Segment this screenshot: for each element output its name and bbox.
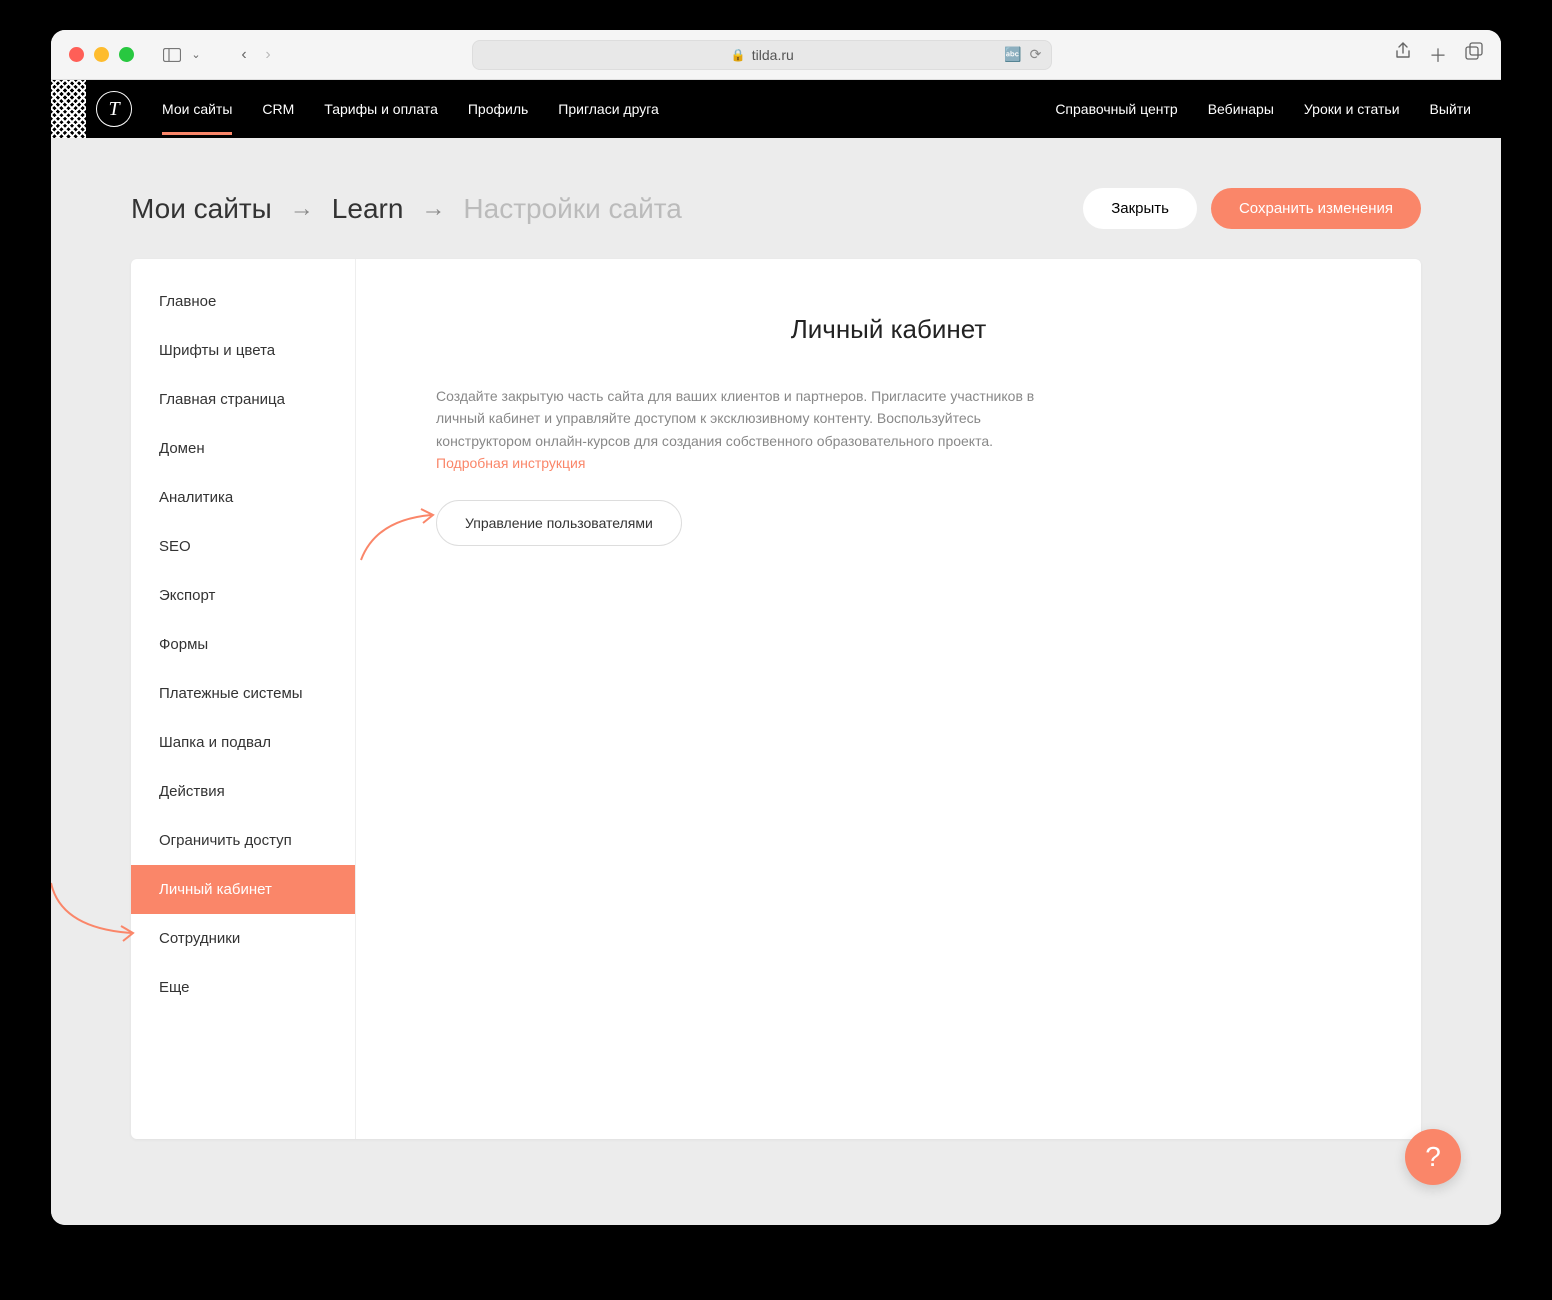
nav-right-item-2[interactable]: Уроки и статьи [1304,83,1400,135]
sidebar-item-личный-кабинет[interactable]: Личный кабинет [131,865,355,914]
tilda-logo[interactable]: T [96,91,132,127]
browser-window: ⌄ ‹ › 🔒 tilda.ru 🔤 ⟳ ＋ T [51,30,1501,1225]
breadcrumb-my-sites[interactable]: Мои сайты [131,193,272,225]
nav-item-2[interactable]: Тарифы и оплата [324,83,438,135]
nav-right-item-0[interactable]: Справочный центр [1055,83,1177,135]
nav-left: Мои сайты CRM Тарифы и оплата Профиль Пригла… [162,83,659,135]
new-tab-icon[interactable]: ＋ [1429,42,1447,68]
sidebar-item-главное[interactable]: Главное [131,277,355,326]
sidebar-item-экспорт[interactable]: Экспорт [131,571,355,620]
nav-item-3[interactable]: Профиль [468,83,528,135]
lock-icon: 🔒 [731,48,746,62]
traffic-lights [69,47,134,62]
sidebar-item-шрифты-и-цвета[interactable]: Шрифты и цвета [131,326,355,375]
manage-users-button[interactable]: Управление пользователями [436,500,682,546]
sidebar-item-сотрудники[interactable]: Сотрудники [131,914,355,963]
decorative-pattern [51,80,86,138]
breadcrumb-settings: Настройки сайта [463,193,681,225]
nav-right-item-3[interactable]: Выйти [1430,83,1471,135]
nav-item-0[interactable]: Мои сайты [162,83,232,135]
forward-button[interactable]: › [258,45,278,65]
settings-panel: ГлавноеШрифты и цветаГлавная страницаДом… [131,259,1421,1139]
sidebar-item-домен[interactable]: Домен [131,424,355,473]
logo-letter: T [108,98,119,121]
window-maximize-button[interactable] [119,47,134,62]
sidebar-item-формы[interactable]: Формы [131,620,355,669]
help-fab-button[interactable]: ? [1405,1129,1461,1185]
settings-main: Личный кабинет Создайте закрытую часть с… [356,259,1421,1139]
url-bar[interactable]: 🔒 tilda.ru 🔤 ⟳ [472,40,1052,70]
page-action-buttons: Закрыть Сохранить изменения [1083,188,1421,229]
annotation-arrow-icon [356,505,446,565]
nav-item-4[interactable]: Пригласи друга [558,83,659,135]
top-navigation: T Мои сайты CRM Тарифы и оплата Профиль Приг… [51,80,1501,138]
main-description: Создайте закрытую часть сайта для ваших … [436,385,1056,475]
breadcrumb-arrow-icon: → [290,195,314,223]
chrome-right-buttons: ＋ [1395,42,1483,68]
nav-right-item-1[interactable]: Вебинары [1208,83,1274,135]
share-icon[interactable] [1395,42,1411,68]
nav-item-1[interactable]: CRM [262,83,294,135]
sidebar-toggle-group: ⌄ [162,45,206,65]
nav-right: Справочный центр Вебинары Уроки и статьи Вы… [1055,83,1471,135]
window-minimize-button[interactable] [94,47,109,62]
sidebar-item-платежные-системы[interactable]: Платежные системы [131,669,355,718]
sidebar-item-действия[interactable]: Действия [131,767,355,816]
breadcrumb-learn[interactable]: Learn [332,193,404,225]
window-close-button[interactable] [69,47,84,62]
breadcrumb-row: Мои сайты → Learn → Настройки сайта Закр… [131,188,1421,229]
sidebar-item-шапка-и-подвал[interactable]: Шапка и подвал [131,718,355,767]
browser-chrome: ⌄ ‹ › 🔒 tilda.ru 🔤 ⟳ ＋ [51,30,1501,80]
detailed-instruction-link[interactable]: Подробная инструкция [436,455,585,471]
nav-buttons: ‹ › [234,45,278,65]
main-title: Личный кабинет [436,314,1341,345]
content-area: Мои сайты → Learn → Настройки сайта Закр… [51,138,1501,1225]
settings-sidebar: ГлавноеШрифты и цветаГлавная страницаДом… [131,259,356,1139]
url-text: tilda.ru [752,47,794,63]
breadcrumbs: Мои сайты → Learn → Настройки сайта [131,193,682,225]
back-button[interactable]: ‹ [234,45,254,65]
translate-icon[interactable]: 🔤 [1004,46,1021,63]
reload-icon[interactable]: ⟳ [1030,46,1042,63]
sidebar-item-еще[interactable]: Еще [131,963,355,1012]
tabs-icon[interactable] [1465,42,1483,68]
sidebar-icon[interactable] [162,45,182,65]
close-button[interactable]: Закрыть [1083,188,1197,229]
description-text: Создайте закрытую часть сайта для ваших … [436,388,1034,449]
sidebar-item-главная-страница[interactable]: Главная страница [131,375,355,424]
breadcrumb-arrow-icon: → [421,195,445,223]
sidebar-item-seo[interactable]: SEO [131,522,355,571]
save-button[interactable]: Сохранить изменения [1211,188,1421,229]
help-question-mark: ? [1425,1141,1441,1173]
chevron-down-icon[interactable]: ⌄ [186,45,206,65]
sidebar-item-аналитика[interactable]: Аналитика [131,473,355,522]
sidebar-item-ограничить-доступ[interactable]: Ограничить доступ [131,816,355,865]
